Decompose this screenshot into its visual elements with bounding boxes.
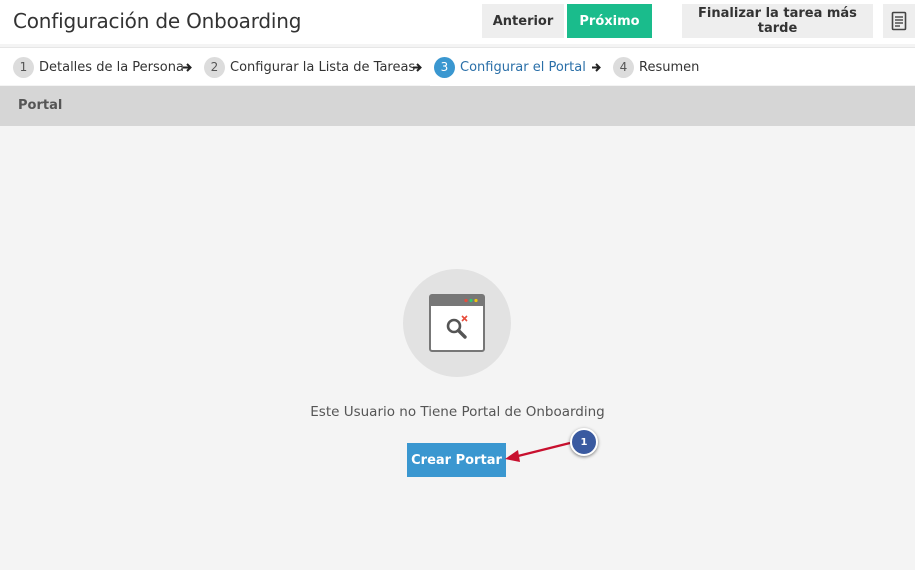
- empty-state-illustration: [403, 269, 511, 377]
- step-number: 2: [204, 56, 225, 78]
- arrow-right-icon: [591, 48, 602, 86]
- next-button[interactable]: Próximo: [567, 4, 652, 38]
- finish-later-button[interactable]: Finalizar la tarea más tarde: [682, 4, 873, 38]
- section-header: Portal: [0, 86, 915, 126]
- notes-button[interactable]: [883, 4, 915, 38]
- step-person-details[interactable]: 1 Detalles de la Persona: [13, 48, 184, 86]
- step-number: 3: [434, 56, 455, 78]
- create-portal-button[interactable]: Crear Portar: [407, 443, 506, 477]
- empty-state-message: Este Usuario no Tiene Portal de Onboardi…: [310, 404, 605, 420]
- section-title: Portal: [18, 98, 63, 113]
- step-number: 1: [13, 56, 34, 78]
- step-portal[interactable]: 3 Configurar el Portal: [430, 48, 590, 86]
- previous-button[interactable]: Anterior: [482, 4, 564, 38]
- arrow-right-icon: [412, 48, 423, 86]
- header: Configuración de Onboarding Anterior Pró…: [0, 0, 915, 44]
- arrow-right-icon: [182, 48, 193, 86]
- browser-search-icon: [429, 294, 485, 352]
- step-task-list[interactable]: 2 Configurar la Lista de Tareas: [204, 48, 415, 86]
- step-label: Detalles de la Persona: [39, 59, 184, 75]
- step-label: Configurar la Lista de Tareas: [230, 59, 416, 75]
- wizard-steps: 1 Detalles de la Persona 2 Configurar la…: [0, 47, 915, 86]
- page-title: Configuración de Onboarding: [13, 9, 302, 33]
- step-summary[interactable]: 4 Resumen: [613, 48, 699, 86]
- notes-icon: [891, 11, 907, 31]
- annotation-callout: 1: [570, 428, 598, 456]
- step-label: Resumen: [639, 59, 700, 75]
- step-label: Configurar el Portal: [460, 59, 586, 75]
- step-number: 4: [613, 56, 634, 78]
